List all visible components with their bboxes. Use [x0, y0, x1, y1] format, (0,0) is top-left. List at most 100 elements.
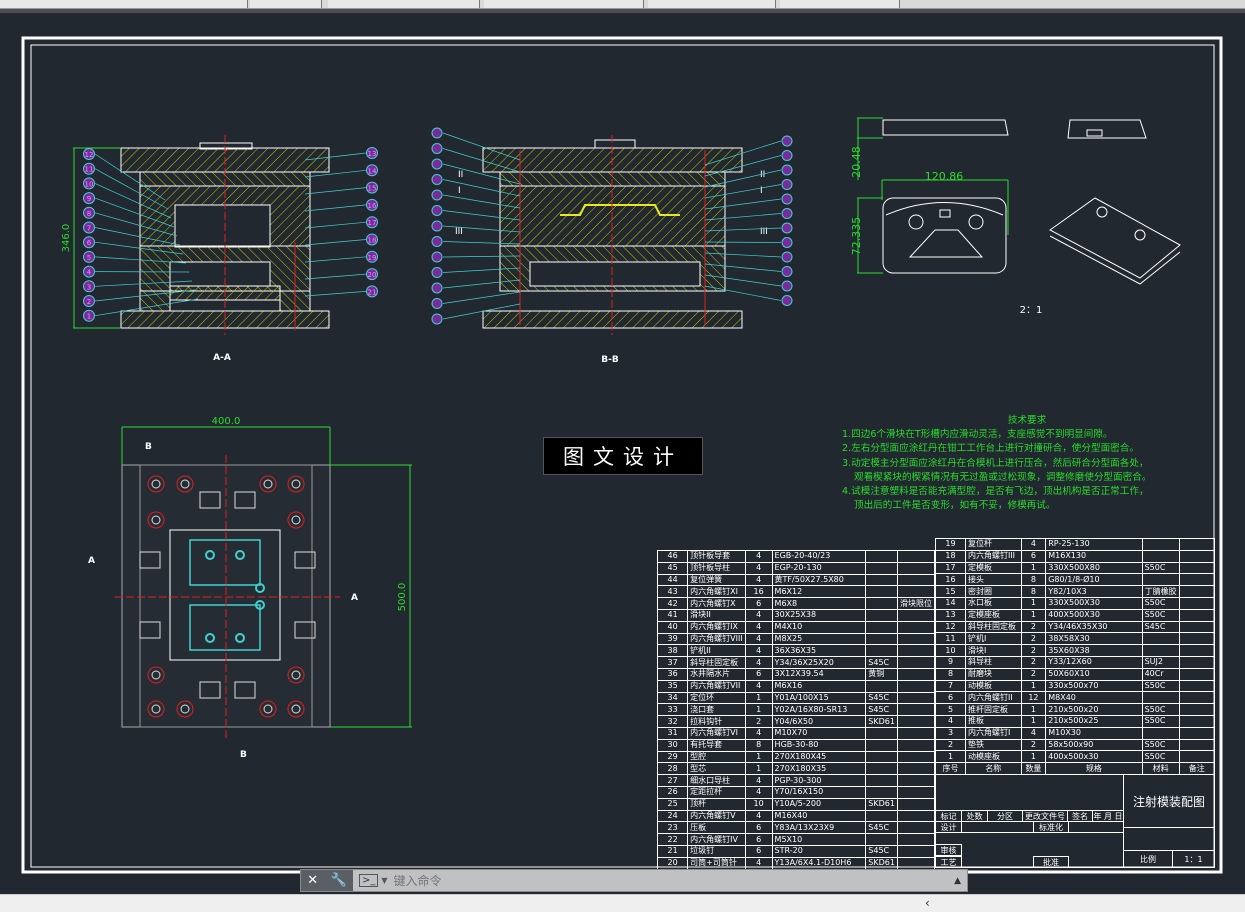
- bom-cell: Y34/46X35X30: [1045, 620, 1143, 634]
- cut-mark-a-right: A: [351, 593, 358, 603]
- bom-cell: [896, 632, 936, 646]
- bom-cell: 滑块II: [687, 608, 746, 622]
- bom-cell: [1141, 573, 1180, 587]
- bb-mark-left-iii: III: [455, 227, 463, 237]
- bom-cell: SKD61: [865, 797, 898, 811]
- bom-cell: 4: [744, 561, 773, 575]
- bom-cell: 45: [656, 561, 689, 575]
- bom-row: 28 型芯 1 270X180X35: [656, 762, 936, 776]
- bom-cell: 有托导套: [687, 738, 746, 752]
- balloon-number: 19: [368, 254, 377, 262]
- bom-cell: S45C: [1141, 620, 1180, 634]
- wrench-icon[interactable]: 🔧: [331, 873, 347, 888]
- bom-header-cell: 序号: [935, 762, 966, 775]
- chevron-down-icon[interactable]: ▼: [381, 876, 387, 885]
- bom-cell: 5: [935, 703, 966, 716]
- bom-cell: Y02A/16X80-SR13: [771, 703, 867, 717]
- bom-cell: 内六角螺钉V: [687, 809, 746, 823]
- bom-cell: [1178, 679, 1216, 693]
- balloon: [781, 179, 793, 190]
- bom-cell: 1: [744, 750, 773, 764]
- bom-cell: 6: [744, 844, 773, 858]
- bom-cell: 6: [744, 833, 773, 846]
- bom-cell: 50X60X10: [1045, 667, 1143, 681]
- bom-cell: 8: [1020, 573, 1047, 587]
- bom-cell: 40Cr: [1141, 667, 1180, 681]
- bom-cell: 顶针板导柱: [687, 561, 746, 575]
- bom-cell: 内六角螺钉VI: [687, 726, 746, 740]
- bom-cell: 44: [656, 573, 689, 587]
- dimension-72-335: 72.335: [850, 217, 863, 256]
- tech-line: 顶出后的工件是否变形，如有不妥，修模再试。: [854, 500, 1056, 512]
- bom-cell: 斜导柱: [964, 655, 1022, 669]
- bom-cell: 2: [1020, 632, 1047, 646]
- expand-up-icon[interactable]: ▲: [954, 876, 961, 886]
- bom-cell: [1178, 561, 1216, 575]
- bom-row: 46 顶针板导套 4 EGB-20-40/23: [656, 550, 936, 563]
- tb-scale-value: 1：1: [1172, 850, 1215, 868]
- tb-zone: 分区: [987, 810, 1023, 822]
- bom-cell: 2: [744, 715, 773, 728]
- balloon-number: 11: [85, 166, 94, 174]
- balloon: [781, 164, 793, 176]
- bom-cell: 17: [935, 561, 966, 575]
- bom-cell: [1178, 667, 1216, 681]
- bom-cell: [896, 785, 936, 799]
- bom-cell: 1: [1020, 679, 1047, 693]
- bom-cell: 动模座板: [964, 750, 1022, 764]
- bom-cell: 4: [744, 632, 773, 646]
- command-line-controls: ✕ 🔧: [301, 870, 353, 891]
- chevron-left-icon[interactable]: ‹: [925, 896, 930, 910]
- bom-cell: [1178, 549, 1216, 563]
- bom-cell: 铲机II: [687, 644, 746, 658]
- dimension-400: 400.0: [212, 416, 241, 427]
- bom-cell: M5X10: [771, 833, 867, 846]
- bom-cell: [865, 620, 898, 634]
- bom-cell: [865, 561, 898, 575]
- command-input[interactable]: [393, 873, 934, 888]
- bom-row: 15 密封圈 8 Y82/10X3 丁腈橡胶: [935, 585, 1216, 598]
- bom-cell: 4: [744, 856, 773, 870]
- balloon-number: 14: [368, 167, 377, 175]
- bom-cell: [896, 608, 936, 622]
- balloon: [431, 267, 443, 278]
- bom-cell: 29: [656, 750, 689, 764]
- bom-cell: 复位杆: [964, 538, 1022, 551]
- balloon-number: 2: [87, 298, 91, 306]
- bom-cell: 270X180X45: [771, 750, 867, 764]
- bom-cell: 22: [656, 833, 689, 846]
- balloon: [431, 236, 443, 247]
- bom-header-row: 序号 名称 数量 规格 材料 备注: [935, 762, 1216, 775]
- bom-cell: 1: [1020, 703, 1047, 716]
- bom-cell: 4: [744, 726, 773, 740]
- balloon-number: 15: [368, 185, 377, 193]
- bom-cell: 4: [744, 774, 773, 787]
- bom-cell: 12: [1020, 691, 1047, 705]
- bom-row: 5 推杆固定板 1 210x500x20 S50C: [935, 703, 1216, 716]
- tb-sign: 签名: [1067, 810, 1093, 822]
- close-icon[interactable]: ✕: [307, 873, 318, 888]
- bom-cell: S45C: [865, 691, 898, 705]
- bom-table-left: 46 顶针板导套 4 EGB-20-40/23 45 顶针板导柱 4 EGP-20-130 44…: [656, 550, 936, 870]
- bom-cell: [896, 561, 936, 575]
- bom-cell: [896, 667, 936, 681]
- balloon: [431, 205, 443, 216]
- bom-cell: S45C: [865, 703, 898, 717]
- bom-row: 18 内六角螺钉III 6 M16X130: [935, 549, 1216, 563]
- bom-cell: [865, 726, 898, 740]
- bom-cell: 4: [1020, 726, 1047, 740]
- bom-cell: S50C: [1141, 750, 1180, 764]
- bom-cell: 6: [744, 667, 773, 681]
- bom-row: 23 压板 6 Y83A/13X23X9 S45C: [656, 821, 936, 835]
- bom-cell: M16X130: [1045, 549, 1143, 563]
- bom-cell: 3X12X39.54: [771, 667, 867, 681]
- command-prompt-icon[interactable]: >_: [359, 874, 379, 887]
- bom-cell: 14: [935, 596, 966, 610]
- bom-cell: 6: [935, 691, 966, 705]
- bom-cell: [896, 644, 936, 658]
- bom-header-cell: 备注: [1178, 762, 1216, 775]
- bom-cell: Y70/16X150: [771, 785, 867, 799]
- bom-cell: 3: [935, 726, 966, 740]
- bom-row: 27 细水口导柱 4 PGP-30-300: [656, 774, 936, 787]
- bom-cell: SKD61: [865, 715, 898, 728]
